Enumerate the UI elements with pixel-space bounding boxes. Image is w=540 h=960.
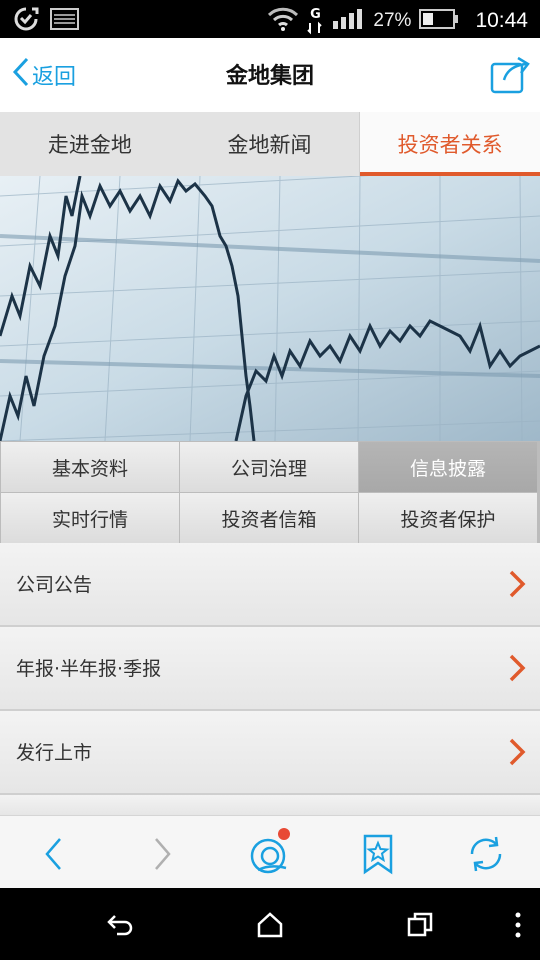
tab-about[interactable]: 走进金地 bbox=[0, 112, 180, 176]
more-icon[interactable] bbox=[498, 908, 538, 942]
banner-image bbox=[0, 176, 540, 441]
grid-label: 信息披露 bbox=[409, 457, 486, 480]
signal-icon bbox=[331, 7, 365, 35]
list-item-label: 公司公告 bbox=[16, 574, 93, 596]
stock-chart-photo bbox=[0, 176, 540, 441]
battery-percent: 27% bbox=[373, 10, 412, 31]
app-header: 返回 金地集团 bbox=[0, 38, 540, 112]
grid-item-market-quotes[interactable]: 实时行情 bbox=[1, 493, 179, 543]
tab-label: 投资者关系 bbox=[397, 133, 503, 157]
list-item[interactable]: 年报·半年报·季报 bbox=[0, 627, 540, 711]
tab-label: 走进金地 bbox=[47, 133, 132, 157]
clock: 10:44 bbox=[475, 9, 528, 32]
network-label: G bbox=[310, 6, 321, 22]
grid-label: 投资者保护 bbox=[400, 508, 496, 531]
wifi-icon bbox=[267, 6, 299, 36]
list-item-label: 发行上市 bbox=[16, 742, 93, 764]
network-G-icon: G bbox=[307, 8, 323, 35]
grid-label: 公司治理 bbox=[230, 457, 307, 480]
refresh-icon[interactable] bbox=[464, 832, 508, 876]
list-item-partial bbox=[0, 795, 540, 815]
app-screen: G 27% 10:44 返回 金地集团 走进金地 金地新闻 投资者关系 基本资料… bbox=[0, 0, 540, 960]
grid-item-disclosure[interactable]: 信息披露 bbox=[359, 442, 537, 492]
grid-label: 投资者信箱 bbox=[221, 508, 317, 531]
page-title: 金地集团 bbox=[225, 64, 314, 89]
grid-item-investor-protection[interactable]: 投资者保护 bbox=[359, 493, 537, 543]
chevron-right-icon bbox=[508, 737, 526, 771]
grid-item-investor-mailbox[interactable]: 投资者信箱 bbox=[180, 493, 358, 543]
category-grid: 基本资料 公司治理 信息披露 实时行情 投资者信箱 投资者保护 bbox=[0, 441, 540, 543]
sync-icon bbox=[12, 6, 40, 36]
disclosure-list: 公司公告 年报·半年报·季报 发行上市 bbox=[0, 543, 540, 815]
chevron-right-icon bbox=[508, 653, 526, 687]
tab-news[interactable]: 金地新闻 bbox=[180, 112, 360, 176]
grid-item-governance[interactable]: 公司治理 bbox=[180, 442, 358, 492]
list-item-label: 年报·半年报·季报 bbox=[16, 658, 162, 680]
tab-investor-relations[interactable]: 投资者关系 bbox=[359, 112, 540, 176]
grid-label: 基本资料 bbox=[51, 457, 128, 480]
system-home-icon[interactable] bbox=[250, 908, 290, 942]
status-bar: G 27% 10:44 bbox=[0, 0, 540, 38]
battery-icon bbox=[419, 8, 459, 34]
grid-label: 实时行情 bbox=[51, 508, 128, 531]
recent-apps-icon[interactable] bbox=[400, 908, 440, 942]
browser-toolbar bbox=[0, 815, 540, 888]
system-nav-bar bbox=[0, 888, 540, 960]
bookmark-icon[interactable] bbox=[356, 832, 400, 876]
chevron-right-icon bbox=[508, 569, 526, 603]
tab-label: 金地新闻 bbox=[227, 133, 312, 157]
system-back-icon[interactable] bbox=[100, 908, 140, 942]
notification-dot bbox=[278, 828, 290, 840]
list-item[interactable]: 发行上市 bbox=[0, 711, 540, 795]
forward-arrow-icon[interactable] bbox=[140, 832, 184, 876]
image-icon bbox=[50, 7, 80, 35]
back-arrow-icon[interactable] bbox=[32, 832, 76, 876]
grid-item-basic-info[interactable]: 基本资料 bbox=[1, 442, 179, 492]
share-icon[interactable] bbox=[490, 56, 530, 94]
list-item[interactable]: 公司公告 bbox=[0, 543, 540, 627]
home-icon[interactable] bbox=[248, 828, 292, 876]
tab-bar: 走进金地 金地新闻 投资者关系 bbox=[0, 112, 540, 176]
